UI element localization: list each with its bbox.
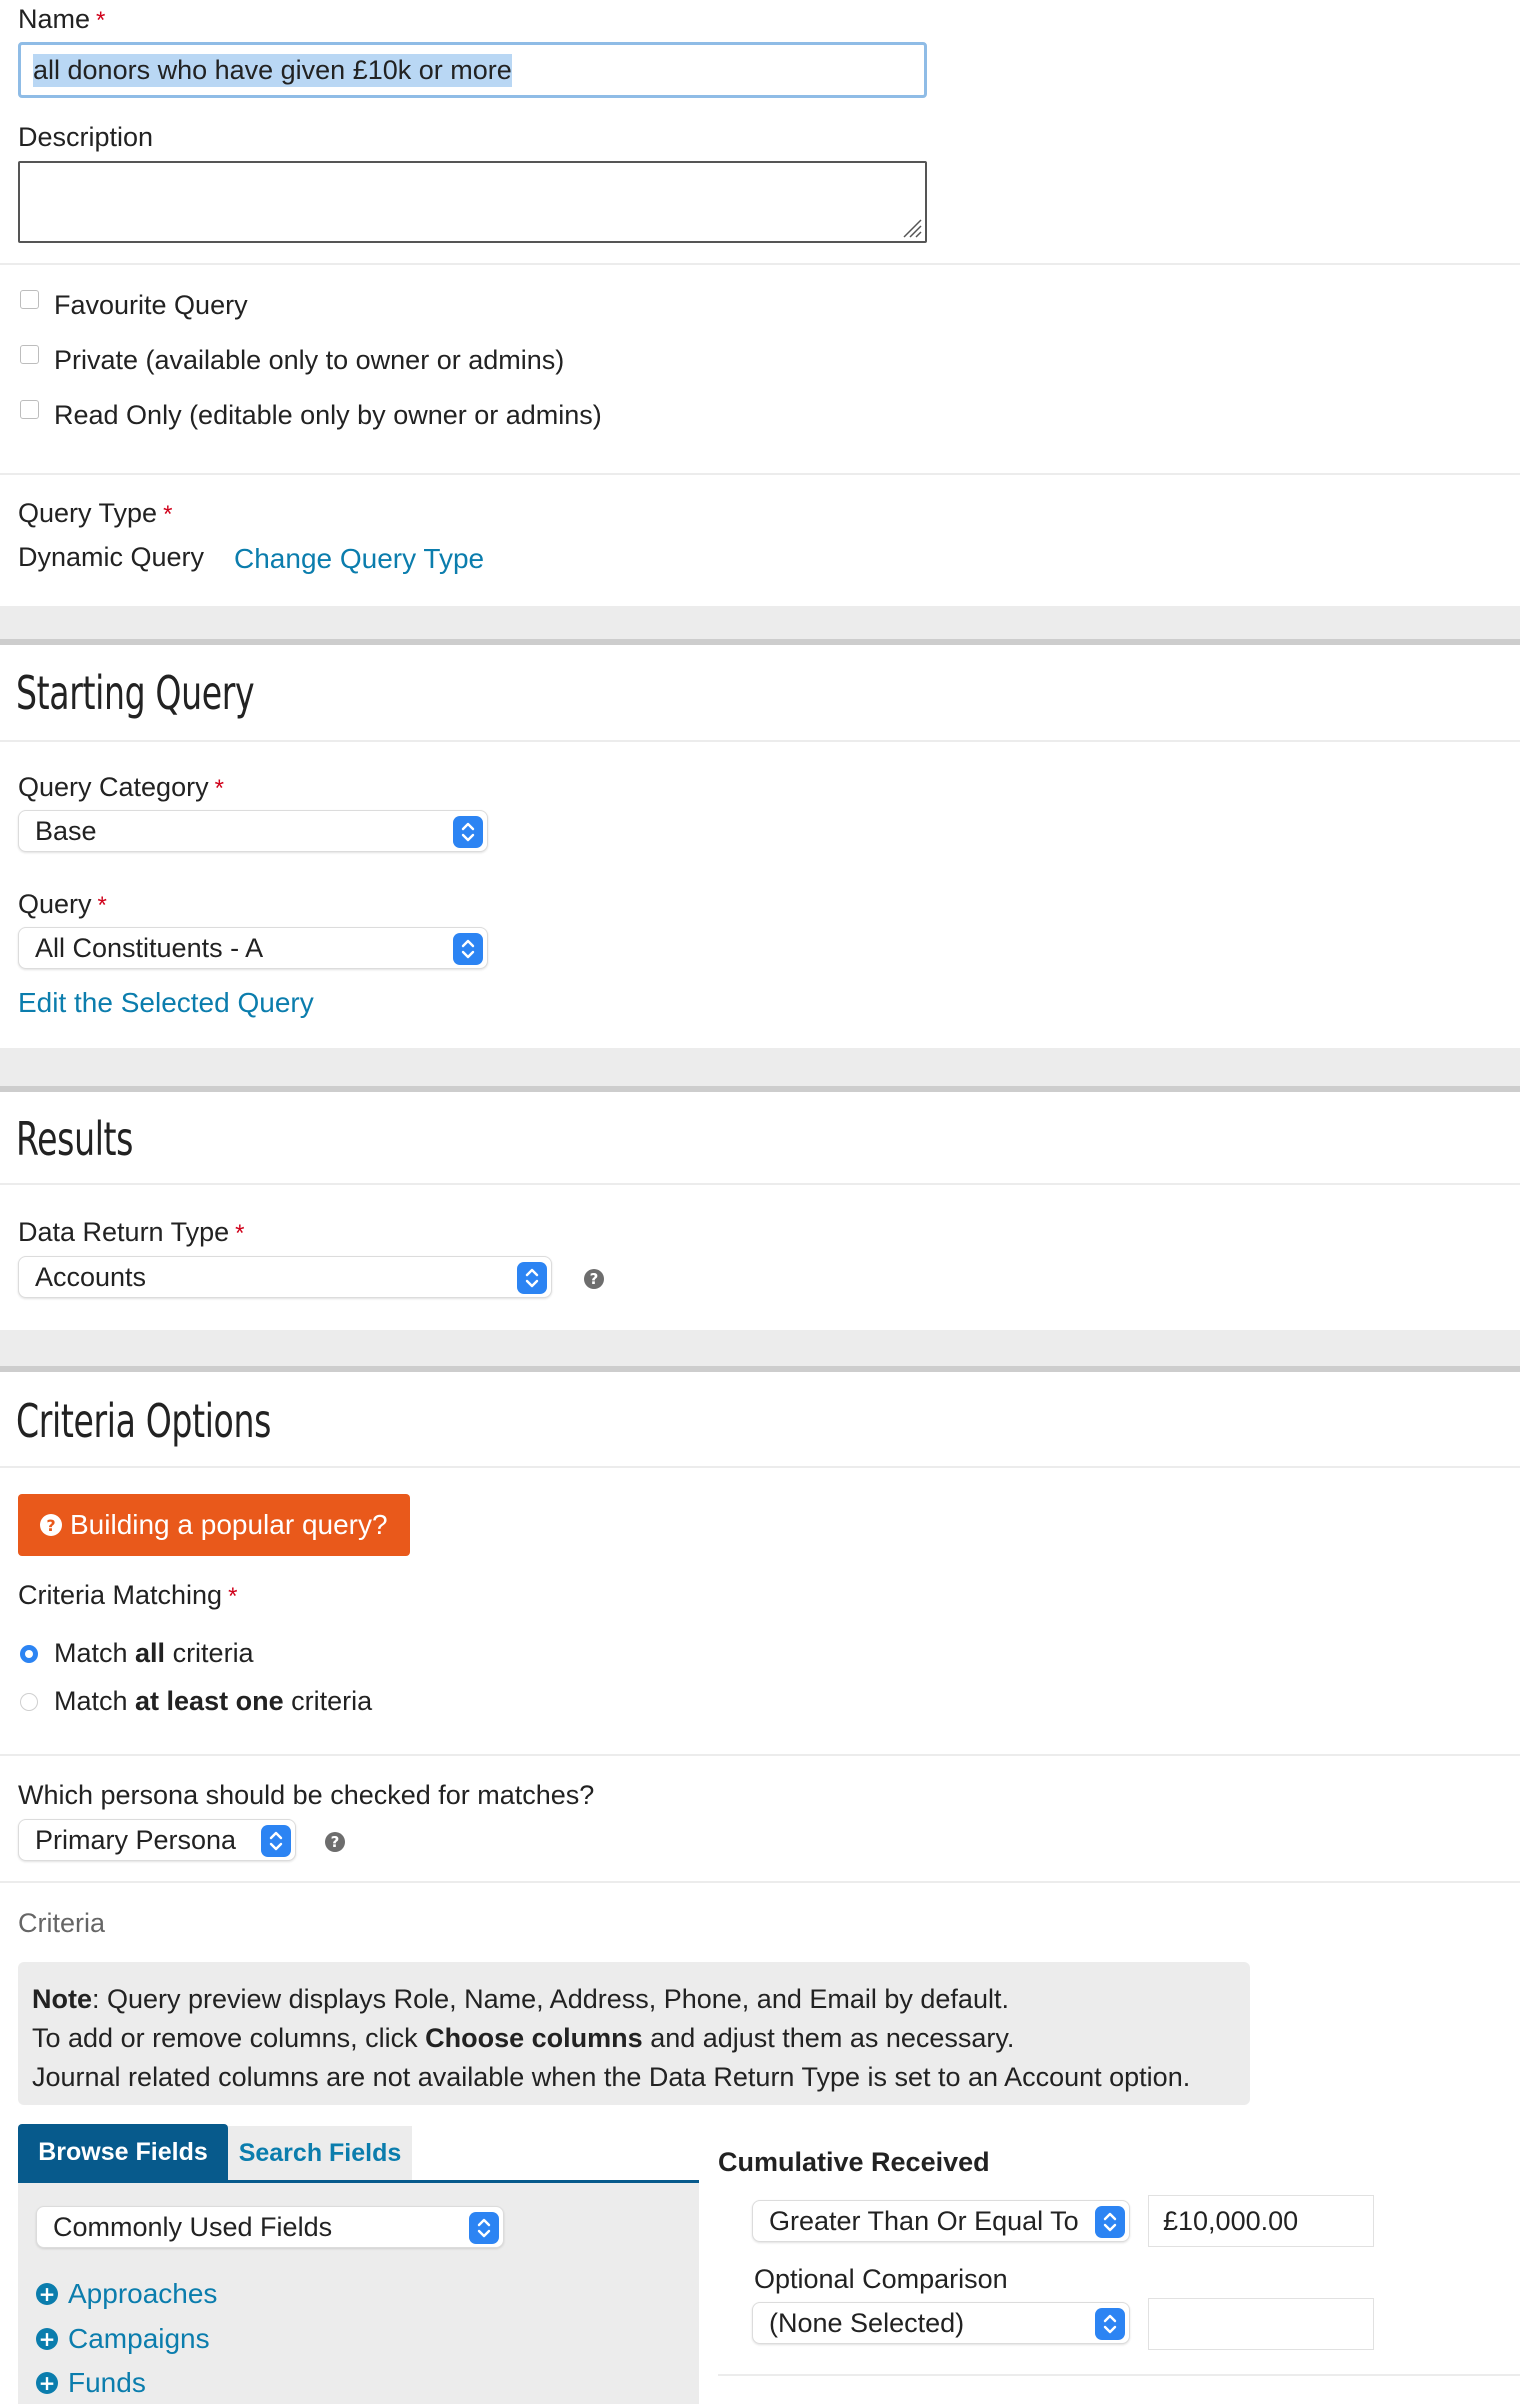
query-select[interactable]: All Constituents - A xyxy=(18,927,488,969)
name-label: Name * xyxy=(18,4,106,34)
select-arrows-icon xyxy=(517,1262,547,1294)
description-textarea[interactable] xyxy=(18,161,927,243)
divider xyxy=(0,473,1520,475)
query-label: Query * xyxy=(18,889,107,919)
help-icon[interactable]: ? xyxy=(584,1269,604,1289)
plus-circle-icon[interactable]: + xyxy=(36,2328,58,2350)
query-category-select[interactable]: Base xyxy=(18,810,488,852)
persona-select[interactable]: Primary Persona xyxy=(18,1819,296,1861)
select-arrows-icon xyxy=(469,2212,499,2244)
criteria-matching-label: Criteria Matching * xyxy=(18,1580,238,1610)
divider xyxy=(0,263,1520,265)
tree-item-funds[interactable]: + Funds xyxy=(36,2367,146,2399)
select-arrows-icon xyxy=(1095,2206,1125,2238)
help-icon[interactable]: ? xyxy=(325,1832,345,1852)
private-label: Private (available only to owner or admi… xyxy=(54,345,565,375)
query-editor-page: Name * all donors who have given £10k or … xyxy=(0,0,1520,2404)
name-input[interactable]: all donors who have given £10k or more xyxy=(18,42,927,98)
tab-browse-fields[interactable]: Browse Fields xyxy=(18,2124,228,2180)
popular-query-button[interactable]: ? Building a popular query? xyxy=(18,1494,410,1556)
section-separator xyxy=(0,606,1520,639)
section-separator xyxy=(0,1048,1520,1086)
query-value: All Constituents - A xyxy=(35,932,264,963)
tree-item-approaches[interactable]: + Approaches xyxy=(36,2278,217,2310)
select-arrows-icon xyxy=(453,933,483,965)
plus-circle-icon[interactable]: + xyxy=(36,2372,58,2394)
required-marker: * xyxy=(96,7,106,34)
results-title: Results xyxy=(16,1112,134,1166)
data-return-type-label: Data Return Type * xyxy=(18,1217,245,1247)
comparison-operator-value: Greater Than Or Equal To xyxy=(769,2205,1079,2236)
match-one-label: Match at least one criteria xyxy=(54,1686,373,1716)
query-type-label: Query Type * xyxy=(18,498,173,528)
divider xyxy=(0,1881,1520,1883)
favourite-query-label: Favourite Query xyxy=(54,290,248,320)
divider xyxy=(0,1466,1520,1468)
note-line-3: Journal related columns are not availabl… xyxy=(32,2062,1191,2092)
select-arrows-icon xyxy=(261,1825,291,1857)
fields-category-value: Commonly Used Fields xyxy=(53,2211,333,2242)
section-separator-line xyxy=(0,1366,1520,1372)
read-only-label: Read Only (editable only by owner or adm… xyxy=(54,400,602,430)
section-separator xyxy=(0,1330,1520,1366)
query-category-label: Query Category * xyxy=(18,772,224,802)
private-checkbox[interactable] xyxy=(20,345,39,364)
match-all-radio[interactable] xyxy=(20,1645,38,1663)
fields-category-select[interactable]: Commonly Used Fields xyxy=(36,2206,504,2248)
description-label: Description xyxy=(18,122,154,152)
tree-item-campaigns[interactable]: + Campaigns xyxy=(36,2323,210,2355)
criteria-note: Note: Query preview displays Role, Name,… xyxy=(18,1962,1250,2105)
tab-search-fields[interactable]: Search Fields xyxy=(228,2126,412,2180)
edit-selected-query-link[interactable]: Edit the Selected Query xyxy=(18,987,314,1019)
popular-query-label: Building a popular query? xyxy=(70,1509,388,1540)
favourite-query-checkbox[interactable] xyxy=(20,290,39,309)
name-input-value: all donors who have given £10k or more xyxy=(33,53,512,87)
optional-amount-input[interactable] xyxy=(1148,2298,1374,2350)
optional-comparison-value: (None Selected) xyxy=(769,2307,965,2338)
question-circle-icon: ? xyxy=(40,1514,62,1536)
persona-question: Which persona should be checked for matc… xyxy=(18,1780,595,1810)
select-arrows-icon xyxy=(1095,2308,1125,2340)
select-arrows-icon xyxy=(453,816,483,848)
read-only-checkbox[interactable] xyxy=(20,400,39,419)
persona-value: Primary Persona xyxy=(35,1824,237,1855)
starting-query-title: Starting Query xyxy=(16,666,255,720)
divider xyxy=(718,2374,1520,2376)
data-return-type-value: Accounts xyxy=(35,1261,147,1292)
data-return-type-select[interactable]: Accounts xyxy=(18,1256,552,1298)
divider xyxy=(0,740,1520,742)
criteria-options-title: Criteria Options xyxy=(16,1394,271,1448)
note-line-1: Note: Query preview displays Role, Name,… xyxy=(32,1984,1009,2014)
section-separator-line xyxy=(0,639,1520,645)
match-all-label: Match all criteria xyxy=(54,1638,254,1668)
note-line-2: To add or remove columns, click Choose c… xyxy=(32,2023,1015,2053)
plus-circle-icon[interactable]: + xyxy=(36,2283,58,2305)
query-type-value: Dynamic Query xyxy=(18,542,205,572)
optional-comparison-label: Optional Comparison xyxy=(754,2264,1008,2294)
tree-item-label[interactable]: Approaches xyxy=(68,2278,217,2310)
match-one-radio[interactable] xyxy=(20,1693,38,1711)
query-category-value: Base xyxy=(35,815,97,846)
amount-input[interactable]: £10,000.00 xyxy=(1148,2195,1374,2247)
cumulative-received-heading: Cumulative Received xyxy=(718,2147,990,2177)
resize-grip-icon[interactable] xyxy=(900,216,922,238)
optional-comparison-select[interactable]: (None Selected) xyxy=(752,2302,1130,2344)
tree-item-label[interactable]: Campaigns xyxy=(68,2323,210,2355)
section-separator-line xyxy=(0,1086,1520,1092)
criteria-heading: Criteria xyxy=(18,1908,106,1938)
divider xyxy=(0,1754,1520,1756)
comparison-operator-select[interactable]: Greater Than Or Equal To xyxy=(752,2200,1130,2242)
divider xyxy=(0,1183,1520,1185)
change-query-type-link[interactable]: Change Query Type xyxy=(234,543,484,575)
tree-item-label[interactable]: Funds xyxy=(68,2367,146,2399)
